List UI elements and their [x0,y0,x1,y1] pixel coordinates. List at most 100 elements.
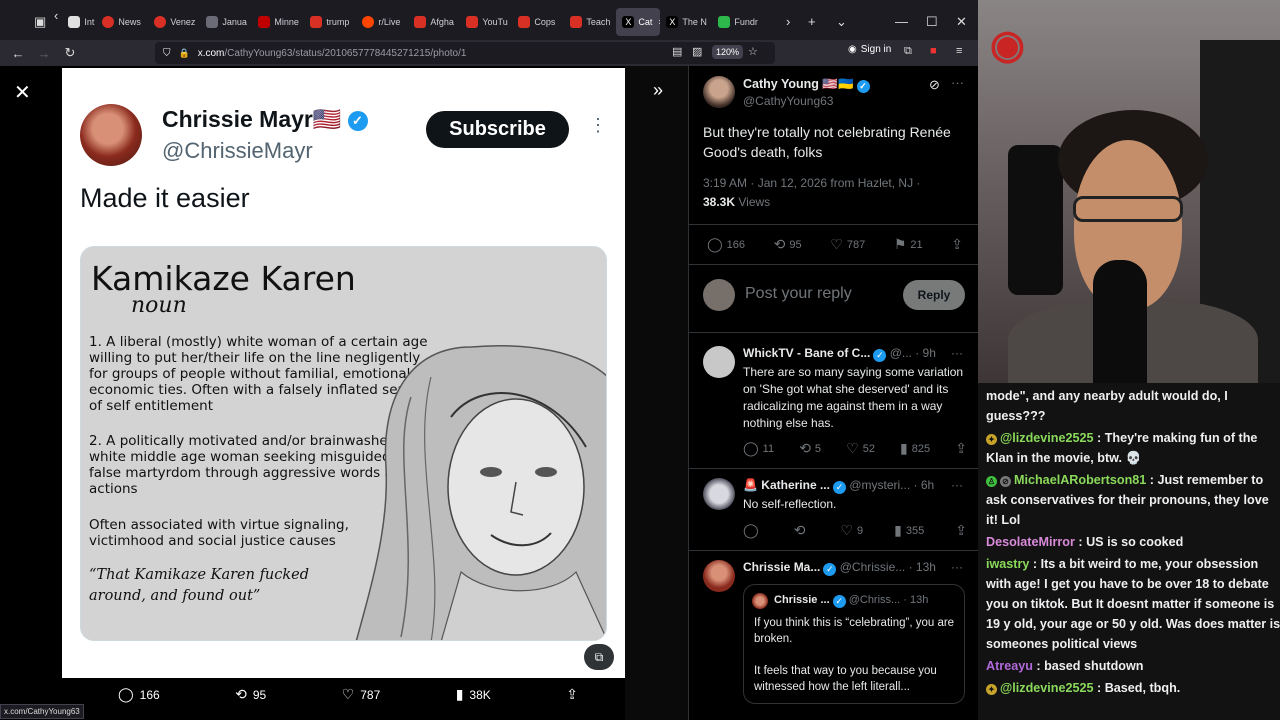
sign-in-button[interactable]: ◉ Sign in [848,44,891,55]
repost-action[interactable]: ⟲ 5 [799,440,821,457]
tab-3[interactable]: Venez [148,8,200,36]
views-action[interactable]: ▮ 38K [456,686,491,703]
tab-10[interactable]: Cops [512,8,564,36]
chat-username: Atreayu [986,659,1033,673]
photo-author-handle: @ChrissieMayr [162,138,313,163]
url-text: x.com/CathyYoung63/status/20106577784452… [198,48,467,59]
vip-badge-icon: ♙ [986,476,997,487]
scroll-tabs-left-icon[interactable]: ‹ [54,8,58,36]
more-icon[interactable]: ··· [951,560,963,574]
avatar[interactable] [703,478,735,510]
like-action[interactable]: ♡ 787 [342,686,381,703]
shield-icon[interactable]: ⛉ [163,48,171,59]
repost-action[interactable]: ⟲ 95 [774,236,802,253]
more-icon[interactable]: ··· [951,478,963,492]
maximize-icon[interactable]: ☐ [926,14,938,30]
tab-8[interactable]: Afgha [408,8,460,36]
list-tabs-icon[interactable]: ⌄ [836,14,847,30]
new-tab-icon[interactable]: + [808,14,816,29]
picture-icon[interactable]: ▨ [692,45,702,58]
repost-action[interactable]: ⟲ 95 [235,686,266,703]
reply-action[interactable]: ◯ 166 [707,236,745,253]
bookmark-star-icon[interactable]: ☆ [748,45,758,58]
tab-9[interactable]: YouTu [460,8,512,36]
reply-header: 🚨 Katherine ... ✓ @mysteri... · 6h [743,478,943,494]
reload-icon[interactable]: ↻ [62,45,78,61]
image-options-icon[interactable]: ⧉ [584,644,614,670]
reply-action[interactable]: ◯ 166 [118,686,160,703]
divider [689,332,978,333]
share-action[interactable]: ⇪ [955,522,967,539]
tab-4[interactable]: Janua [200,8,252,36]
webcam-feed: ◉ [978,0,1280,383]
views-action[interactable]: ▮ 355 [894,522,924,539]
close-window-icon[interactable]: ✕ [956,14,967,30]
extensions-icon[interactable]: ⧉ [904,45,912,58]
tab-6[interactable]: trump [304,8,356,36]
reply-item[interactable]: WhickTV - Bane of C... ✓ @... · 9h ··· Th… [689,346,978,458]
share-icon: ⇪ [951,236,963,252]
views-action[interactable]: ▮ 825 [900,440,930,457]
scroll-tabs-right-icon[interactable]: › [786,14,790,29]
share-action[interactable]: ⇪ [566,686,578,703]
tweet-author-name-text: Cathy Young 🇺🇸🇺🇦 [743,77,854,91]
tab-7[interactable]: r/Live [356,8,408,36]
avatar[interactable] [703,560,735,592]
like-action[interactable]: ♡ 787 [830,236,865,253]
share-action[interactable]: ⇪ [955,440,967,457]
tab-5[interactable]: Minne [252,8,304,36]
reply-item[interactable]: 🚨 Katherine ... ✓ @mysteri... · 6h ··· No… [689,478,978,542]
tab-2[interactable]: News [96,8,148,36]
tweet-author-handle[interactable]: @CathyYoung63 [743,94,833,108]
like-action[interactable]: ♡ 52 [846,440,875,457]
collapse-panel-icon[interactable]: » [653,80,663,101]
tab-label: Cops [534,17,556,27]
verified-icon: ✓ [856,80,870,93]
repost-action[interactable]: ⟲ [794,522,810,539]
tab-12-active[interactable]: XCat× [616,8,661,36]
forward-icon[interactable]: → [36,46,52,61]
quoted-tweet[interactable]: Chrissie ... ✓ @Chriss... · 13h If you th… [743,584,965,704]
more-icon[interactable]: ··· [951,346,963,360]
bookmark-action[interactable]: ⚑ 21 [894,236,923,253]
tweet-author-name[interactable]: Cathy Young 🇺🇸🇺🇦 ✓ [743,77,870,93]
zoom-level[interactable]: 120% [712,45,744,59]
reply-icon: ◯ [743,522,759,538]
tab-11[interactable]: Teach [564,8,616,36]
tab-manager-icon[interactable]: ▣ [34,14,46,30]
views-count: 38.3K [703,195,736,209]
like-action[interactable]: ♡ 9 [840,522,863,539]
close-icon[interactable]: ✕ [14,80,31,105]
more-icon[interactable]: ··· [951,75,964,90]
extension-badge-icon[interactable]: ■ [930,45,937,57]
glasses-icon [1073,196,1183,222]
tab-13[interactable]: X The N [660,8,712,36]
chat-message: ✦ @lizdevine2525 : Based, tbqh. [986,678,1280,698]
avatar[interactable] [703,346,735,378]
verified-icon: ✓ [823,563,837,576]
menu-icon[interactable]: ≡ [956,45,962,57]
tab-label: Cat [638,17,653,27]
reply-icon: ◯ [707,236,723,252]
share-icon: ⇪ [566,686,578,702]
share-action[interactable]: ⇪ [951,236,963,253]
grok-icon[interactable]: ⊘ [929,77,940,93]
avatar[interactable] [703,76,735,108]
minimize-icon[interactable]: — [895,14,908,29]
tab-1[interactable]: Int [62,8,96,36]
reply-action[interactable]: ◯ [743,522,763,539]
reply-author: 🚨 Katherine ... [743,478,830,492]
repost-count: 5 [814,442,822,455]
account-icon: ◉ [848,44,857,55]
reply-action[interactable]: ◯ 11 [743,440,774,457]
repost-icon: ⟲ [773,236,786,252]
back-icon[interactable]: ← [10,46,26,61]
reply-item[interactable]: Chrissie Ma... ✓ @Chrissie... · 13h ··· C… [689,560,978,720]
reader-view-icon[interactable]: ▤ [672,45,682,58]
lock-icon[interactable]: 🔒 [179,48,190,59]
bookmark-icon: ⚑ [893,236,907,252]
reply-button[interactable]: Reply [903,280,965,310]
like-count: 52 [862,442,875,455]
tab-14[interactable]: Fundr [712,8,764,36]
reply-input[interactable]: Post your reply [745,285,852,303]
